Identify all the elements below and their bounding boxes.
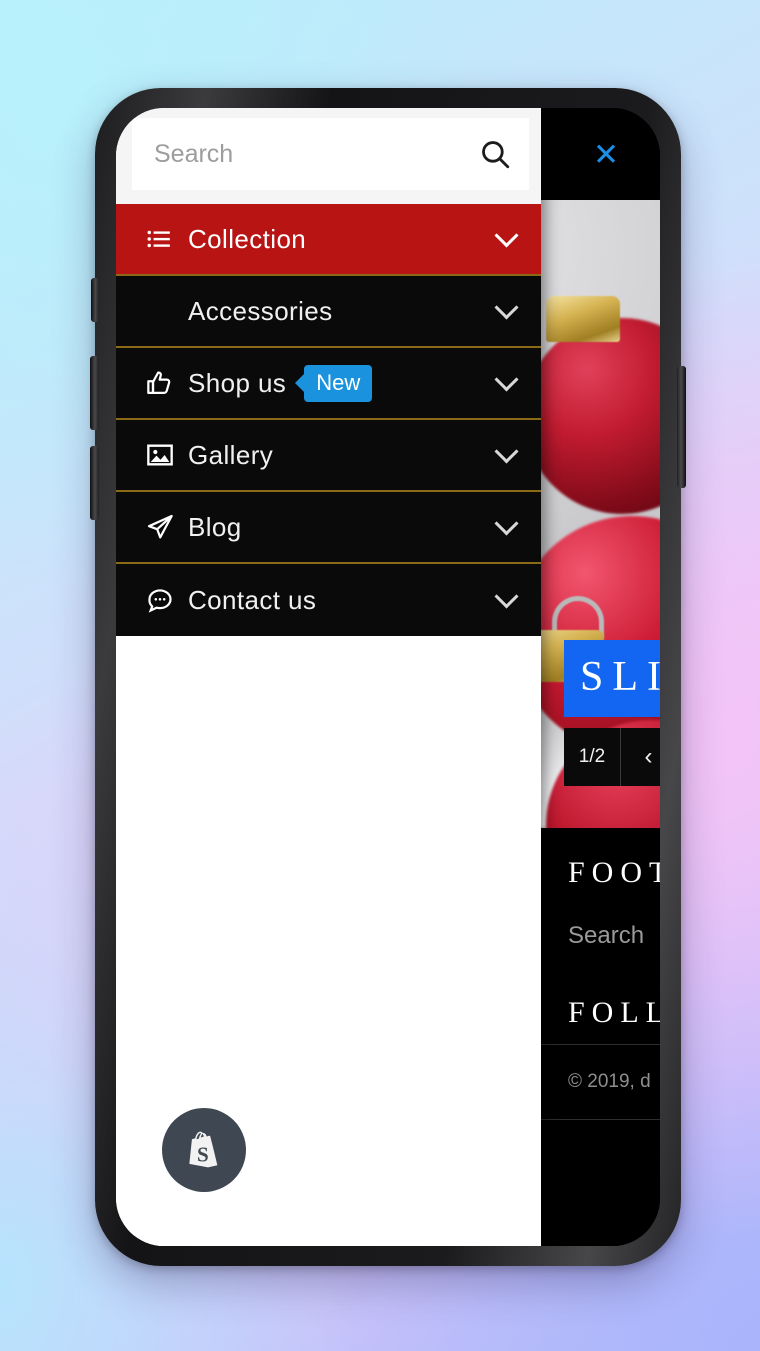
image-icon — [146, 441, 180, 469]
volume-up-button[interactable] — [90, 356, 99, 430]
thumbs-up-icon — [146, 369, 180, 397]
slider-navigation: 1/2 ‹ › — [564, 728, 660, 786]
volume-down-button[interactable] — [90, 446, 99, 520]
menu-item-badge-new: New — [304, 364, 373, 402]
search-input[interactable] — [154, 139, 476, 169]
menu-item-gallery[interactable]: Gallery — [116, 420, 541, 492]
list-ul-icon — [146, 226, 180, 252]
chevron-down-icon[interactable] — [494, 223, 519, 248]
menu-item-blog[interactable]: Blog — [116, 492, 541, 564]
chevron-down-icon[interactable] — [494, 295, 519, 320]
shopify-badge[interactable]: S — [162, 1108, 246, 1192]
shopify-bag-icon: S — [189, 1131, 218, 1168]
menu-item-shop-us[interactable]: Shop us New — [116, 348, 541, 420]
menu-item-label: Blog — [188, 511, 242, 542]
svg-text:S: S — [197, 1143, 209, 1167]
screen: ✕ SLI 1/2 ‹ › — [116, 108, 660, 1246]
search-button[interactable] — [476, 131, 513, 177]
chevron-down-icon[interactable] — [494, 439, 519, 464]
search-box[interactable] — [132, 118, 529, 190]
menu-item-accessories[interactable]: Accessories — [116, 276, 541, 348]
chevron-down-icon[interactable] — [494, 511, 519, 536]
ornament-decoration — [524, 318, 660, 514]
power-button[interactable] — [677, 366, 686, 488]
menu-item-label: Collection — [188, 223, 307, 254]
close-icon[interactable]: ✕ — [586, 134, 626, 174]
menu-item-label: Contact us — [188, 584, 317, 615]
paper-plane-icon — [146, 513, 180, 541]
navigation-drawer: Collection Accessories — [116, 108, 541, 1246]
menu-item-label: Accessories — [188, 295, 333, 326]
phone-mockup: ✕ SLI 1/2 ‹ › — [90, 88, 686, 1266]
comment-dots-icon — [146, 586, 180, 614]
chevron-down-icon[interactable] — [494, 584, 519, 609]
menu-item-contact-us[interactable]: Contact us — [116, 564, 541, 636]
drawer-menu: Collection Accessories Shop us New Galle… — [116, 204, 541, 636]
search-icon — [481, 141, 509, 169]
slider-prev-button[interactable]: ‹ — [620, 728, 660, 786]
drawer-empty-area: S — [116, 636, 541, 1246]
menu-item-label: Shop us — [188, 367, 287, 398]
ornament-cap-decoration — [546, 296, 620, 342]
drawer-search-section — [116, 108, 541, 204]
slider-counter: 1/2 — [564, 728, 620, 786]
chevron-down-icon[interactable] — [494, 367, 519, 392]
menu-item-collection[interactable]: Collection — [116, 204, 541, 276]
silent-switch[interactable] — [91, 278, 99, 322]
phone-screen-bezel: ✕ SLI 1/2 ‹ › — [116, 108, 660, 1246]
menu-item-label: Gallery — [188, 439, 274, 470]
slide-caption: SLI — [564, 640, 660, 717]
